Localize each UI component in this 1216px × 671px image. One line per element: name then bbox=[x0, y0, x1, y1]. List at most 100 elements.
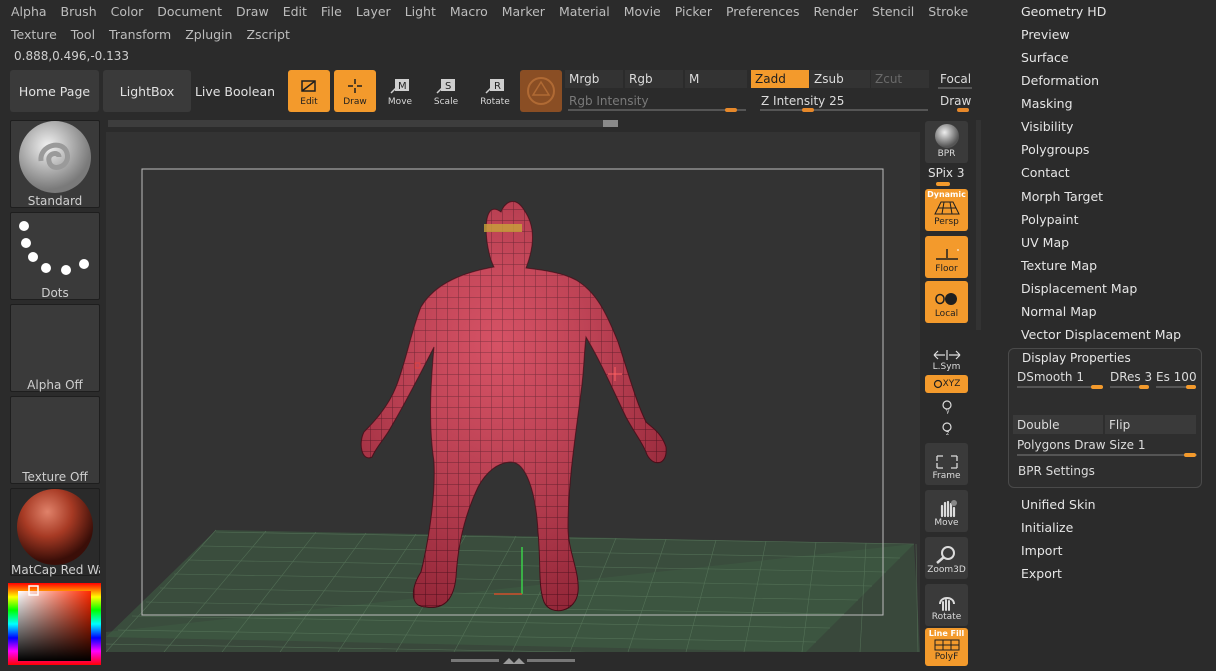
polyf-button[interactable]: Line Fill PolyF bbox=[925, 628, 968, 666]
es-knob[interactable] bbox=[1186, 385, 1196, 389]
menu-light[interactable]: Light bbox=[398, 4, 443, 19]
subpalette-displacement-map[interactable]: Displacement Map bbox=[1021, 281, 1137, 296]
menu-material[interactable]: Material bbox=[552, 4, 617, 19]
subpalette-normal-map[interactable]: Normal Map bbox=[1021, 304, 1097, 319]
spix-knob[interactable] bbox=[936, 182, 950, 186]
canvas-viewport[interactable] bbox=[103, 132, 920, 657]
color-swatch-button[interactable] bbox=[520, 70, 562, 112]
rgb-intensity-slider[interactable]: Rgb Intensity bbox=[565, 92, 745, 110]
polygons-draw-size-knob[interactable] bbox=[1184, 453, 1196, 457]
menu-transform[interactable]: Transform bbox=[102, 27, 178, 42]
subpalette-initialize[interactable]: Initialize bbox=[1021, 520, 1073, 535]
menu-file[interactable]: File bbox=[314, 4, 349, 19]
z-intensity-knob[interactable] bbox=[802, 108, 814, 112]
subpalette-import[interactable]: Import bbox=[1021, 543, 1063, 558]
dres-slider[interactable]: DRes 3 bbox=[1110, 370, 1152, 384]
move-view-button[interactable]: Move bbox=[925, 490, 968, 532]
svg-text:y: y bbox=[946, 408, 950, 414]
top-scrollbar[interactable] bbox=[108, 120, 618, 127]
subpalette-deformation[interactable]: Deformation bbox=[1021, 73, 1099, 88]
menu-zplugin[interactable]: Zplugin bbox=[178, 27, 239, 42]
cursor-coordinates: 0.888,0.496,-0.133 bbox=[14, 49, 130, 63]
menu-preferences[interactable]: Preferences bbox=[719, 4, 807, 19]
zadd-button[interactable]: Zadd bbox=[751, 70, 809, 88]
edit-button[interactable]: Edit bbox=[288, 70, 330, 112]
zsub-button[interactable]: Zsub bbox=[810, 70, 870, 88]
double-button[interactable]: Double bbox=[1013, 415, 1103, 434]
menu-color[interactable]: Color bbox=[104, 4, 151, 19]
zoom3d-button[interactable]: Zoom3D bbox=[925, 537, 968, 579]
menu-render[interactable]: Render bbox=[807, 4, 866, 19]
xyz-button[interactable]: XYZ bbox=[925, 375, 968, 393]
subpalette-surface[interactable]: Surface bbox=[1021, 50, 1069, 65]
flip-button[interactable]: Flip bbox=[1105, 415, 1196, 434]
subpalette-export[interactable]: Export bbox=[1021, 566, 1062, 581]
y-rotate-button[interactable]: y bbox=[938, 398, 956, 415]
rgb-intensity-knob[interactable] bbox=[725, 108, 738, 112]
subpalette-polygroups[interactable]: Polygroups bbox=[1021, 142, 1089, 157]
mrgb-button[interactable]: Mrgb bbox=[565, 70, 623, 88]
menu-alpha[interactable]: Alpha bbox=[4, 4, 54, 19]
bottom-scroll-handle[interactable] bbox=[451, 654, 575, 664]
subpalette-uv-map[interactable]: UV Map bbox=[1021, 235, 1069, 250]
floor-button[interactable]: Floor bbox=[925, 236, 968, 278]
frame-button[interactable]: Frame bbox=[925, 443, 968, 485]
polygons-draw-size-slider[interactable]: Polygons Draw Size 1 bbox=[1017, 438, 1145, 452]
subpalette-morph-target[interactable]: Morph Target bbox=[1021, 189, 1103, 204]
menu-stencil[interactable]: Stencil bbox=[865, 4, 921, 19]
subpalette-geometry-hd[interactable]: Geometry HD bbox=[1021, 4, 1106, 19]
live-boolean-button[interactable]: Live Boolean bbox=[194, 70, 276, 112]
menu-edit[interactable]: Edit bbox=[276, 4, 314, 19]
rgb-button[interactable]: Rgb bbox=[625, 70, 683, 88]
local-button[interactable]: Local bbox=[925, 281, 968, 323]
palette-scrollbar[interactable] bbox=[976, 120, 981, 330]
menu-stroke[interactable]: Stroke bbox=[921, 4, 975, 19]
subpalette-preview[interactable]: Preview bbox=[1021, 27, 1070, 42]
draw-button[interactable]: Draw bbox=[334, 70, 376, 112]
subpalette-unified-skin[interactable]: Unified Skin bbox=[1021, 497, 1096, 512]
z-intensity-slider[interactable]: Z Intensity 25 bbox=[757, 92, 927, 110]
bpr-button[interactable]: BPR bbox=[925, 121, 968, 163]
subpalette-vector-displacement-map[interactable]: Vector Displacement Map bbox=[1021, 327, 1181, 342]
move-tool-button[interactable]: M Move bbox=[378, 70, 422, 112]
zcut-button[interactable]: Zcut bbox=[871, 70, 929, 88]
dynamic-label: Dynamic bbox=[927, 190, 966, 199]
bpr-settings-button[interactable]: BPR Settings bbox=[1018, 464, 1095, 478]
menu-document[interactable]: Document bbox=[150, 4, 229, 19]
draw-size-knob[interactable] bbox=[957, 108, 969, 112]
top-scrollbar-thumb[interactable] bbox=[603, 120, 618, 127]
dsmooth-slider[interactable]: DSmooth 1 bbox=[1017, 370, 1084, 384]
menu-brush[interactable]: Brush bbox=[54, 4, 104, 19]
menu-zscript[interactable]: Zscript bbox=[239, 27, 296, 42]
persp-button[interactable]: Dynamic Persp bbox=[925, 189, 968, 231]
menu-picker[interactable]: Picker bbox=[668, 4, 719, 19]
home-page-button[interactable]: Home Page bbox=[10, 70, 99, 112]
subpalette-masking[interactable]: Masking bbox=[1021, 96, 1073, 111]
spix-slider[interactable]: SPix 3 bbox=[928, 166, 965, 180]
scale-tool-button[interactable]: S Scale bbox=[424, 70, 468, 112]
menu-draw[interactable]: Draw bbox=[229, 4, 276, 19]
menu-macro[interactable]: Macro bbox=[443, 4, 495, 19]
rotate-tool-button[interactable]: R Rotate bbox=[473, 70, 517, 112]
subpalette-contact[interactable]: Contact bbox=[1021, 165, 1070, 180]
es-slider[interactable]: Es 100 bbox=[1156, 370, 1197, 384]
menu-layer[interactable]: Layer bbox=[349, 4, 398, 19]
rotate-view-button[interactable]: Rotate bbox=[925, 584, 968, 626]
svg-text:R: R bbox=[494, 81, 501, 92]
display-properties-title[interactable]: Display Properties bbox=[1022, 351, 1131, 365]
menu-tool[interactable]: Tool bbox=[64, 27, 102, 42]
z-rotate-button[interactable]: z bbox=[938, 420, 956, 437]
lsym-button[interactable]: L.Sym bbox=[925, 334, 968, 376]
subpalette-texture-map[interactable]: Texture Map bbox=[1021, 258, 1097, 273]
menu-marker[interactable]: Marker bbox=[495, 4, 552, 19]
m-button[interactable]: M bbox=[685, 70, 747, 88]
menu-movie[interactable]: Movie bbox=[617, 4, 668, 19]
subpalette-visibility[interactable]: Visibility bbox=[1021, 119, 1073, 134]
menu-texture[interactable]: Texture bbox=[4, 27, 64, 42]
lightbox-button[interactable]: LightBox bbox=[103, 70, 191, 112]
dsmooth-knob[interactable] bbox=[1091, 385, 1103, 389]
dres-knob[interactable] bbox=[1139, 385, 1149, 389]
color-picker[interactable] bbox=[8, 583, 101, 665]
focal-shift-slider[interactable]: Focal bbox=[936, 70, 972, 88]
subpalette-polypaint[interactable]: Polypaint bbox=[1021, 212, 1079, 227]
